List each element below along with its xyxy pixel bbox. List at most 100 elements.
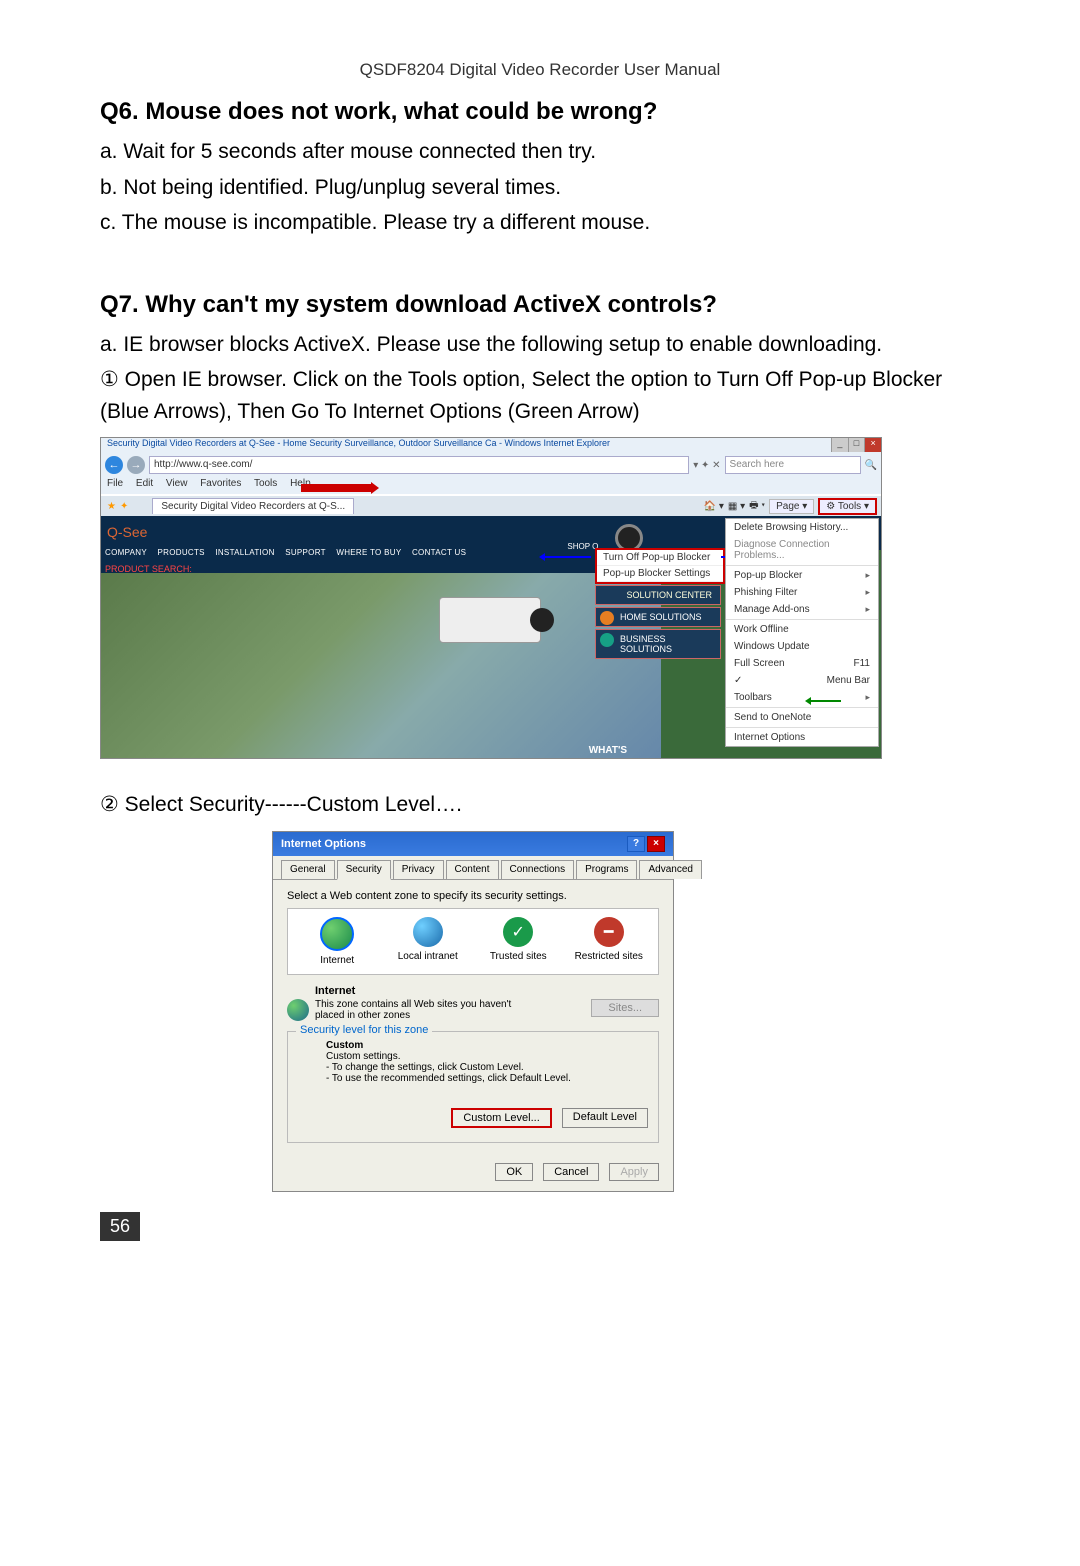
q7-intro: a. IE browser blocks ActiveX. Please use… (100, 329, 980, 361)
q6-a: a. Wait for 5 seconds after mouse connec… (100, 136, 980, 168)
print-icon[interactable]: 🖶 ▾ (749, 498, 765, 515)
tools-dropdown[interactable]: ⚙ Tools ▾ (818, 498, 877, 515)
forward-button[interactable]: → (127, 456, 145, 474)
custom-title: Custom (326, 1040, 648, 1051)
ie-window-title: Security Digital Video Recorders at Q-Se… (101, 438, 881, 452)
green-arrow-annotation (811, 700, 841, 702)
close-icon[interactable]: × (647, 836, 665, 852)
ok-button[interactable]: OK (495, 1163, 533, 1181)
internet-options-item[interactable]: Internet Options (726, 729, 878, 746)
popup-blocker-item[interactable]: Pop-up Blocker (726, 567, 878, 584)
q7-step2: ② Select Security------Custom Level…. (100, 789, 980, 821)
security-zones: Internet Local intranet ✓Trusted sites ━… (287, 908, 659, 975)
full-screen-item[interactable]: Full ScreenF11 (726, 655, 878, 672)
search-box[interactable]: Search here (725, 456, 861, 474)
tab-security[interactable]: Security (337, 860, 391, 880)
default-level-button[interactable]: Default Level (562, 1108, 648, 1128)
feed-icon[interactable]: ▦ ▾ (728, 501, 745, 512)
custom-l1: - To change the settings, click Custom L… (326, 1062, 648, 1073)
internet-zone-desc: This zone contains all Web sites you hav… (315, 999, 515, 1021)
zone-internet[interactable]: Internet (302, 917, 372, 966)
browser-tab[interactable]: Security Digital Video Recorders at Q-S.… (152, 498, 354, 514)
globe-icon (320, 917, 354, 951)
home-solutions-block[interactable]: HOME SOLUTIONS (595, 607, 721, 627)
nav-products[interactable]: PRODUCTS (158, 548, 205, 557)
nav-where[interactable]: WHERE TO BUY (336, 548, 401, 557)
check-icon: ✓ (503, 917, 533, 947)
home-icon-orange (600, 611, 614, 625)
solution-center-block[interactable]: SOLUTION CENTER (595, 585, 721, 605)
zone-restricted[interactable]: ━Restricted sites (574, 917, 644, 966)
manage-addons-item[interactable]: Manage Add-ons (726, 601, 878, 618)
sites-button: Sites... (591, 999, 659, 1017)
nav-contact[interactable]: CONTACT US (412, 548, 466, 557)
home-icon[interactable]: 🏠 ▾ (704, 501, 724, 512)
tab-advanced[interactable]: Advanced (639, 860, 701, 879)
maximize-icon[interactable]: □ (848, 438, 865, 452)
q6-c: c. The mouse is incompatible. Please try… (100, 207, 980, 239)
page-dropdown[interactable]: Page ▾ (769, 499, 814, 514)
globe-icon (287, 999, 309, 1021)
q6-heading: Q6. Mouse does not work, what could be w… (100, 98, 980, 126)
manual-title: QSDF8204 Digital Video Recorder User Man… (100, 60, 980, 80)
cancel-button[interactable]: Cancel (543, 1163, 599, 1181)
q6-b: b. Not being identified. Plug/unplug sev… (100, 172, 980, 204)
zone-intranet[interactable]: Local intranet (393, 917, 463, 966)
menu-favorites[interactable]: Favorites (200, 478, 241, 489)
tab-programs[interactable]: Programs (576, 860, 637, 879)
work-offline-item[interactable]: Work Offline (726, 621, 878, 638)
io-tabs: General Security Privacy Content Connect… (273, 856, 673, 880)
nav-installation[interactable]: INSTALLATION (215, 548, 274, 557)
delete-history-item[interactable]: Delete Browsing History... (726, 519, 878, 536)
qsee-nav: COMPANY PRODUCTS INSTALLATION SUPPORT WH… (105, 548, 474, 557)
qsee-header: Q-See COMPANY PRODUCTS INSTALLATION SUPP… (101, 518, 661, 573)
menu-tools[interactable]: Tools (254, 478, 277, 489)
security-level-legend: Security level for this zone (296, 1024, 432, 1036)
menu-view[interactable]: View (166, 478, 188, 489)
custom-level-button[interactable]: Custom Level... (451, 1108, 551, 1128)
red-arrow-annotation (301, 484, 371, 492)
qsee-content-image: WHAT'S (101, 573, 661, 758)
business-solutions-block[interactable]: BUSINESS SOLUTIONS (595, 629, 721, 659)
back-button[interactable]: ← (105, 456, 123, 474)
turn-off-popup-item[interactable]: Turn Off Pop-up Blocker (597, 550, 723, 566)
qsee-logo: Q-See (107, 524, 147, 540)
ie-screenshot: Security Digital Video Recorders at Q-Se… (100, 437, 882, 759)
tab-general[interactable]: General (281, 860, 335, 879)
popup-settings-item[interactable]: Pop-up Blocker Settings (597, 566, 723, 582)
menu-edit[interactable]: Edit (136, 478, 153, 489)
windows-update-item[interactable]: Windows Update (726, 638, 878, 655)
zone-trusted[interactable]: ✓Trusted sites (483, 917, 553, 966)
tab-privacy[interactable]: Privacy (393, 860, 444, 879)
search-icon[interactable]: 🔍 (865, 460, 877, 471)
custom-sub: Custom settings. (326, 1051, 648, 1062)
page-number: 56 (100, 1212, 140, 1241)
send-onenote-item[interactable]: Send to OneNote (726, 709, 878, 726)
zone-description: Select a Web content zone to specify its… (287, 890, 659, 902)
whats-label: WHAT'S (589, 745, 627, 756)
menu-bar-item[interactable]: ✓ Menu Bar (726, 672, 878, 689)
phishing-filter-item[interactable]: Phishing Filter (726, 584, 878, 601)
nav-company[interactable]: COMPANY (105, 548, 147, 557)
internet-zone-label: Internet (315, 985, 659, 997)
close-icon[interactable]: × (864, 438, 881, 452)
diagnose-item[interactable]: Diagnose Connection Problems... (726, 536, 878, 564)
tab-connections[interactable]: Connections (501, 860, 575, 879)
io-title: Internet Options (281, 838, 366, 850)
tab-content[interactable]: Content (446, 860, 499, 879)
nav-support[interactable]: SUPPORT (285, 548, 326, 557)
security-camera-graphic (439, 597, 541, 643)
help-icon[interactable]: ? (627, 836, 645, 852)
minimize-icon[interactable]: _ (831, 438, 848, 452)
q7-heading: Q7. Why can't my system download ActiveX… (100, 291, 980, 319)
tools-menu: Delete Browsing History... Diagnose Conn… (725, 518, 879, 747)
business-icon-green (600, 633, 614, 647)
intranet-icon (413, 917, 443, 947)
window-controls: _ □ × (831, 438, 881, 452)
address-bar[interactable]: http://www.q-see.com/ (149, 456, 689, 474)
menu-file[interactable]: File (107, 478, 123, 489)
toolbars-item[interactable]: Toolbars (726, 689, 878, 706)
q7-step1: ① Open IE browser. Click on the Tools op… (100, 364, 980, 427)
minus-icon: ━ (594, 917, 624, 947)
ie-menu-bar: File Edit View Favorites Tools Help (101, 478, 881, 494)
